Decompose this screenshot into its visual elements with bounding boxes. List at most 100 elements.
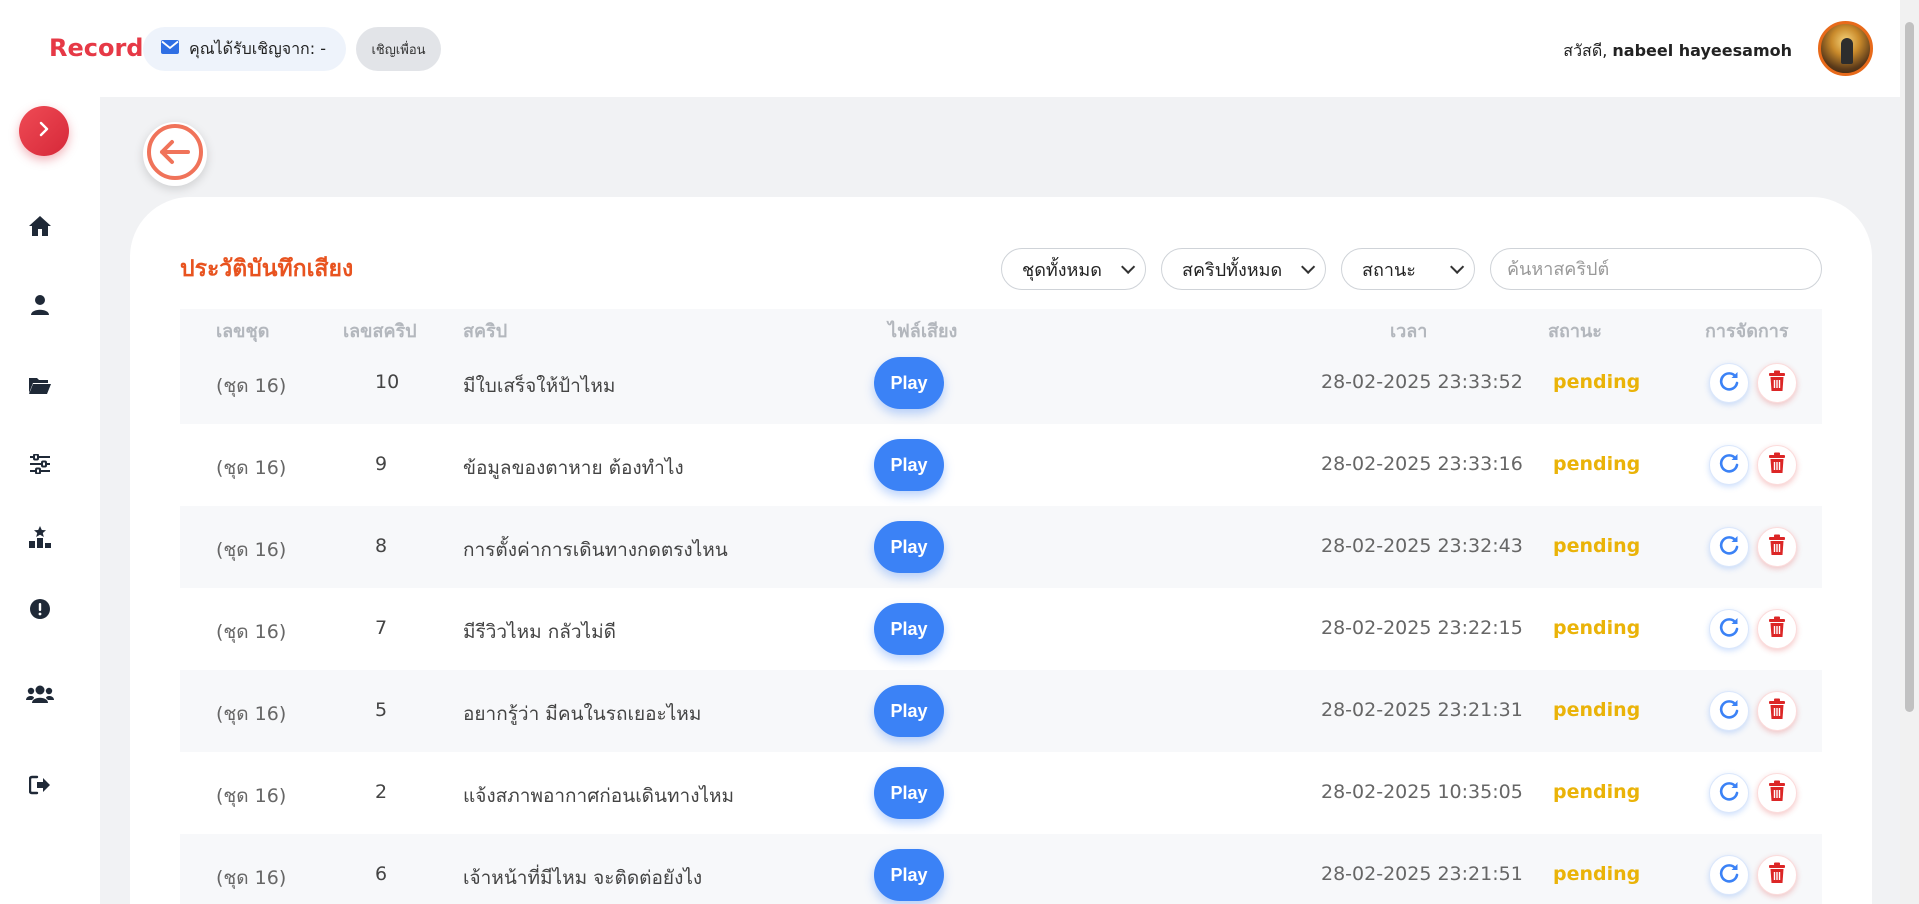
alert-circle-icon <box>29 598 51 624</box>
status-filter-select[interactable]: สถานะ <box>1341 248 1475 290</box>
row-script-text: มีรีวิวไหม กลัวไม่ดี <box>463 621 616 643</box>
column-header-time: เวลา <box>1390 321 1428 342</box>
set-filter-select[interactable]: ชุดทั้งหมด <box>1001 248 1146 290</box>
set-filter-value: ชุดทั้งหมด <box>1022 259 1102 281</box>
avatar[interactable] <box>1818 21 1873 76</box>
script-search-input[interactable] <box>1490 248 1822 290</box>
delete-button[interactable] <box>1757 445 1797 485</box>
trash-icon <box>1768 452 1786 478</box>
row-script-text: มีใบเสร็จให้ป้าไหม <box>463 375 616 397</box>
retry-button[interactable] <box>1709 855 1749 895</box>
users-icon <box>26 684 54 708</box>
play-button[interactable]: Play <box>874 685 944 737</box>
sidebar-item-report[interactable] <box>27 598 53 624</box>
row-script-number: 8 <box>375 535 388 557</box>
delete-button[interactable] <box>1757 691 1797 731</box>
sidebar-item-ranking[interactable] <box>27 526 53 552</box>
column-header-status: สถานะ <box>1548 321 1602 342</box>
row-script-text: เจ้าหน้าที่มีไหม จะติดต่อยังไง <box>463 867 703 889</box>
row-script-number: 9 <box>375 453 388 475</box>
row-script-number: 2 <box>375 781 388 803</box>
delete-button[interactable] <box>1757 773 1797 813</box>
user-icon <box>30 294 50 320</box>
row-timestamp: 28-02-2025 23:33:52 <box>1321 371 1523 393</box>
status-badge: pending <box>1553 863 1641 885</box>
delete-button[interactable] <box>1757 527 1797 567</box>
arrow-left-circle-icon <box>146 123 204 185</box>
play-button[interactable]: Play <box>874 521 944 573</box>
invite-friend-button[interactable]: เชิญเพื่อน <box>356 27 441 71</box>
play-button[interactable]: Play <box>874 357 944 409</box>
folder-open-icon <box>28 375 52 399</box>
envelope-icon <box>160 39 180 59</box>
row-set-number: (ชุด 16) <box>216 621 287 643</box>
row-timestamp: 28-02-2025 10:35:05 <box>1321 781 1523 803</box>
sidebar-item-home[interactable] <box>27 215 53 241</box>
delete-button[interactable] <box>1757 609 1797 649</box>
retry-button[interactable] <box>1709 445 1749 485</box>
chevron-down-icon <box>1450 259 1465 274</box>
script-filter-select[interactable]: สคริปทั้งหมด <box>1161 248 1326 290</box>
column-header-actions: การจัดการ <box>1705 321 1789 342</box>
sidebar-item-settings[interactable] <box>27 453 53 479</box>
row-set-number: (ชุด 16) <box>216 457 287 479</box>
retry-button[interactable] <box>1709 691 1749 731</box>
trash-icon <box>1768 534 1786 560</box>
brand-logo[interactable]: Record <box>49 34 144 62</box>
trash-icon <box>1768 698 1786 724</box>
refresh-icon <box>1718 534 1740 560</box>
top-bar: Record คุณได้รับเชิญจาก: - เชิญเพื่อน สว… <box>0 0 1900 97</box>
retry-button[interactable] <box>1709 773 1749 813</box>
row-script-text: การตั้งค่าการเดินทางกดตรงไหน <box>463 539 728 561</box>
retry-button[interactable] <box>1709 609 1749 649</box>
row-timestamp: 28-02-2025 23:22:15 <box>1321 617 1523 639</box>
refresh-icon <box>1718 452 1740 478</box>
chevron-down-icon <box>1121 259 1136 274</box>
play-button[interactable]: Play <box>874 767 944 819</box>
invited-by-text: คุณได้รับเชิญจาก: - <box>189 38 326 58</box>
scrollbar-thumb[interactable] <box>1905 22 1914 712</box>
row-script-text: แจ้งสภาพอากาศก่อนเดินทางไหม <box>463 785 735 807</box>
row-script-number: 6 <box>375 863 388 885</box>
chevron-right-icon <box>36 121 52 141</box>
row-timestamp: 28-02-2025 23:21:31 <box>1321 699 1523 721</box>
delete-button[interactable] <box>1757 363 1797 403</box>
greeting-prefix: สวัสดี, <box>1563 41 1608 60</box>
trash-icon <box>1768 370 1786 396</box>
retry-button[interactable] <box>1709 363 1749 403</box>
row-script-text: อยากรู้ว่า มีคนในรถเยอะไหม <box>463 703 702 725</box>
status-filter-value: สถานะ <box>1362 259 1416 281</box>
status-badge: pending <box>1553 781 1641 803</box>
row-script-number: 7 <box>375 617 388 639</box>
status-badge: pending <box>1553 535 1641 557</box>
play-button[interactable]: Play <box>874 603 944 655</box>
sidebar-toggle-button[interactable] <box>19 106 69 156</box>
column-header-script-number: เลขสคริป <box>343 321 417 342</box>
refresh-icon <box>1718 616 1740 642</box>
row-script-number: 10 <box>375 371 400 393</box>
sidebar-item-logout[interactable] <box>27 774 53 800</box>
row-set-number: (ชุด 16) <box>216 867 287 889</box>
column-header-set: เลขชุด <box>216 321 270 342</box>
page-scrollbar[interactable] <box>1900 0 1919 904</box>
refresh-icon <box>1718 370 1740 396</box>
row-timestamp: 28-02-2025 23:33:16 <box>1321 453 1523 475</box>
status-badge: pending <box>1553 371 1641 393</box>
user-name: nabeel hayeesamoh <box>1612 41 1792 60</box>
row-script-number: 5 <box>375 699 388 721</box>
play-button[interactable]: Play <box>874 849 944 901</box>
row-timestamp: 28-02-2025 23:21:51 <box>1321 863 1523 885</box>
row-set-number: (ชุด 16) <box>216 375 287 397</box>
delete-button[interactable] <box>1757 855 1797 895</box>
refresh-icon <box>1718 780 1740 806</box>
back-button[interactable] <box>143 122 207 186</box>
page-title: ประวัติบันทึกเสียง <box>180 256 354 282</box>
sidebar-item-team[interactable] <box>26 683 54 709</box>
sidebar-item-folders[interactable] <box>27 374 53 400</box>
trash-icon <box>1768 862 1786 888</box>
status-badge: pending <box>1553 453 1641 475</box>
row-set-number: (ชุด 16) <box>216 539 287 561</box>
sidebar-item-profile[interactable] <box>27 294 53 320</box>
retry-button[interactable] <box>1709 527 1749 567</box>
play-button[interactable]: Play <box>874 439 944 491</box>
